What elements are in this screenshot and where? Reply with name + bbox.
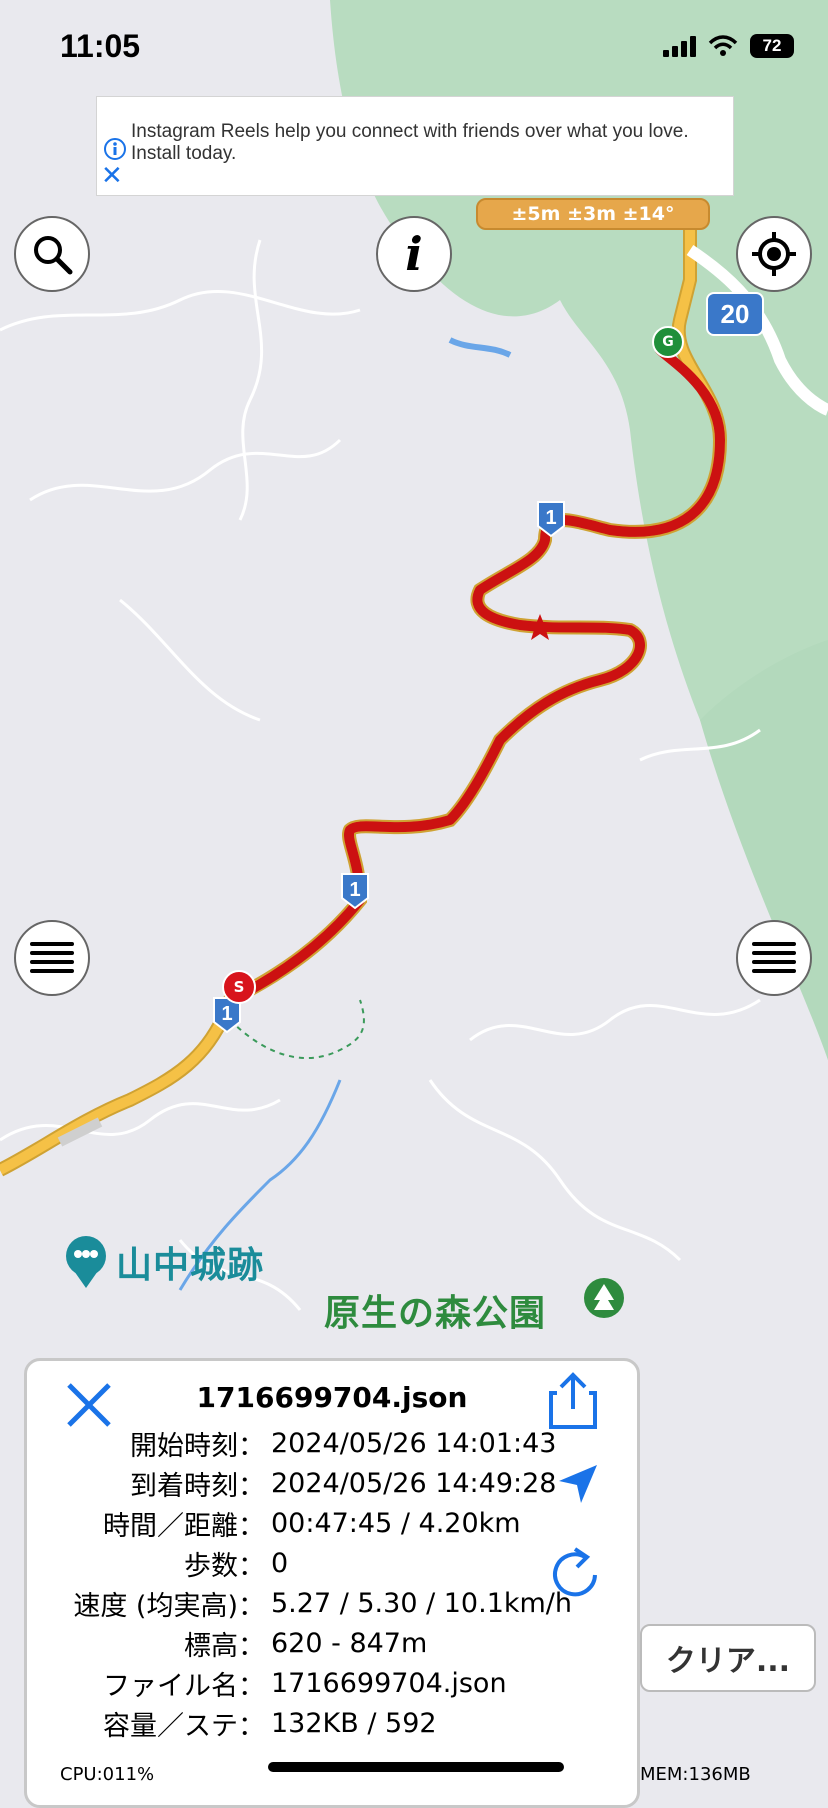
route-1-shield: 1 — [340, 872, 370, 910]
goal-marker[interactable]: G — [652, 326, 684, 358]
route-1-shield: 1 — [536, 500, 566, 538]
row-value: 2024/05/26 14:01:43 — [271, 1427, 557, 1459]
info-rows: 開始時刻： 2024/05/26 14:01:43 到着時刻： 2024/05/26… — [43, 1423, 572, 1743]
locate-button[interactable] — [736, 216, 812, 292]
route-20-badge: 20 — [706, 292, 764, 336]
info-row-filename: ファイル名： 1716699704.json — [43, 1663, 572, 1703]
place-label-castle: 山中城跡 — [116, 1245, 265, 1286]
search-icon — [34, 236, 73, 275]
row-label: 到着時刻： — [130, 1470, 265, 1502]
ad-banner[interactable]: Instagram Reels help you connect with fr… — [96, 96, 734, 196]
row-label: 容量／ステ： — [103, 1710, 265, 1742]
battery-icon: 72 — [750, 34, 794, 58]
row-label: 標高： — [184, 1630, 265, 1662]
info-row-arrival: 到着時刻： 2024/05/26 14:49:28 — [43, 1463, 572, 1503]
hamburger-icon — [30, 942, 74, 973]
clear-button[interactable]: クリア... — [640, 1624, 816, 1692]
row-label: 開始時刻： — [130, 1430, 265, 1462]
start-marker[interactable]: S — [222, 970, 256, 1004]
search-button[interactable] — [14, 216, 90, 292]
left-menu-button[interactable] — [14, 920, 90, 996]
row-value: 00:47:45 / 4.20km — [271, 1507, 521, 1539]
accuracy-badge: ±5m ±3m ±14° — [476, 198, 710, 230]
info-button[interactable]: i — [376, 216, 452, 292]
hamburger-icon — [752, 942, 796, 973]
row-label: ファイル名： — [103, 1670, 265, 1702]
place-label-park: 原生の森公園 — [324, 1293, 547, 1334]
row-value: 0 — [271, 1547, 289, 1579]
status-icons: 72 — [663, 34, 794, 58]
row-value: 132KB / 592 — [271, 1707, 437, 1739]
row-label: 時間／距離： — [103, 1510, 265, 1542]
info-row-elevation: 標高： 620 - 847m — [43, 1623, 572, 1663]
route-number: 1 — [545, 507, 556, 529]
row-value: 1716699704.json — [271, 1667, 507, 1699]
signal-icon — [663, 35, 696, 57]
share-icon — [549, 1372, 597, 1429]
wifi-icon — [708, 35, 738, 56]
cpu-readout: CPU:011% — [60, 1764, 155, 1785]
ad-close-icon[interactable]: ✕ — [101, 163, 123, 189]
status-time: 11:05 — [60, 28, 141, 64]
info-row-start: 開始時刻： 2024/05/26 14:01:43 — [43, 1423, 572, 1463]
crosshair-icon — [752, 232, 796, 276]
info-i-icon: i — [405, 227, 423, 281]
row-label: 速度 (均実高)： — [73, 1590, 265, 1622]
route-number: 1 — [349, 879, 360, 901]
panel-title: 1716699704.json — [196, 1381, 468, 1414]
info-row-speed: 速度 (均実高)： 5.27 / 5.30 / 10.1km/h — [43, 1583, 572, 1623]
track-info-panel: 1716699704.json 開始時刻： 2024/05/26 14:01:43… — [24, 1358, 640, 1808]
right-menu-button[interactable] — [736, 920, 812, 996]
route-number: 1 — [221, 1003, 232, 1025]
row-value: 620 - 847m — [271, 1627, 428, 1659]
park-icon — [584, 1278, 624, 1318]
ad-text[interactable]: Instagram Reels help you connect with fr… — [131, 121, 721, 165]
row-label: 歩数： — [184, 1550, 265, 1582]
row-value: 2024/05/26 14:49:28 — [271, 1467, 557, 1499]
info-row-duration: 時間／距離： 00:47:45 / 4.20km — [43, 1503, 572, 1543]
home-indicator[interactable] — [268, 1762, 564, 1772]
info-row-size: 容量／ステ： 132KB / 592 — [43, 1703, 572, 1743]
info-row-steps: 歩数： 0 — [43, 1543, 572, 1583]
mem-readout: MEM:136MB — [640, 1764, 751, 1785]
row-value: 5.27 / 5.30 / 10.1km/h — [271, 1587, 573, 1619]
